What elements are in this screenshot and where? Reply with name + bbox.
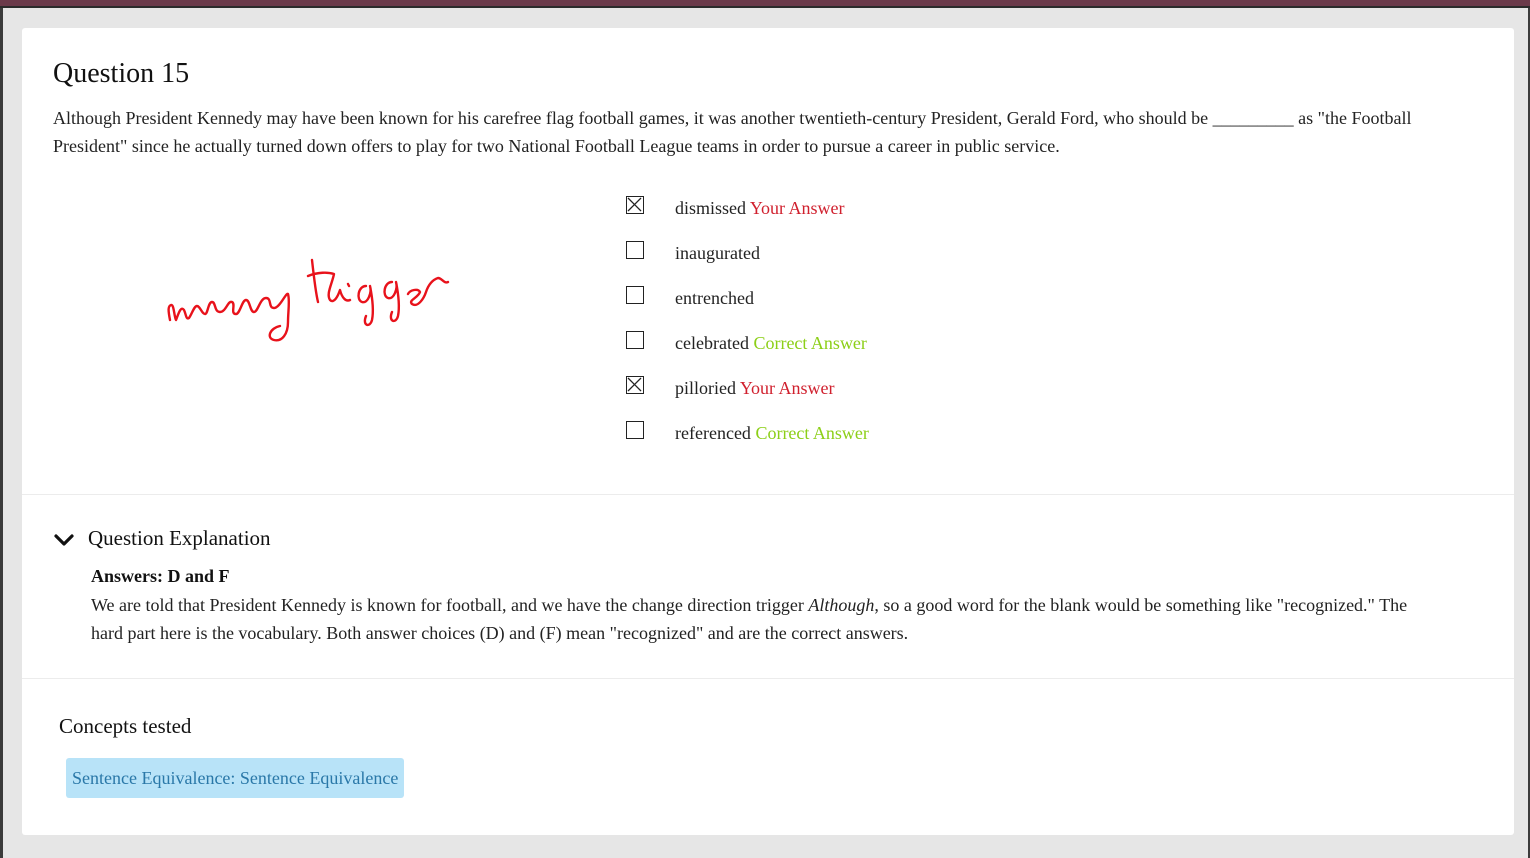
option-checkbox[interactable]: [626, 421, 644, 439]
option-checkbox[interactable]: [626, 286, 644, 304]
option-checkbox[interactable]: [626, 331, 644, 349]
chevron-down-icon: [54, 534, 74, 546]
your-answer-tag: Your Answer: [739, 378, 835, 398]
option-label: referenced Correct Answer: [675, 423, 869, 444]
option-checkbox[interactable]: [626, 196, 644, 214]
option-checkbox[interactable]: [626, 241, 644, 259]
answers-summary: Answers: D and F: [91, 566, 230, 586]
option-text: dismissed: [675, 198, 747, 218]
concepts-title: Concepts tested: [59, 714, 192, 738]
explanation-italic-word: Although: [808, 595, 875, 615]
option-text: pilloried: [675, 378, 736, 398]
section-divider: [22, 494, 1514, 495]
window-top-border: [0, 0, 1530, 8]
option-label: entrenched: [675, 288, 754, 309]
correct-answer-tag: Correct Answer: [755, 423, 869, 443]
option-label: celebrated Correct Answer: [675, 333, 867, 354]
question-title: Question 15: [53, 58, 190, 89]
option-text: inaugurated: [675, 243, 760, 263]
explanation-title: Question Explanation: [88, 526, 271, 550]
option-entrenched[interactable]: entrenched: [626, 284, 1026, 314]
concept-tag[interactable]: Sentence Equivalence: Sentence Equivalen…: [66, 758, 405, 798]
handwritten-annotation: [167, 258, 450, 342]
window-left-border: [0, 8, 3, 858]
explanation-text: We are told that President Kennedy is kn…: [91, 591, 1431, 647]
option-label: inaugurated: [675, 243, 760, 264]
section-divider: [22, 678, 1514, 679]
option-pilloried[interactable]: pilloried Your Answer: [626, 374, 1026, 404]
option-dismissed[interactable]: dismissed Your Answer: [626, 194, 1026, 224]
correct-answer-tag: Correct Answer: [753, 333, 867, 353]
option-checkbox[interactable]: [626, 376, 644, 394]
option-text: referenced: [675, 423, 751, 443]
option-referenced[interactable]: referenced Correct Answer: [626, 419, 1026, 449]
option-label: dismissed Your Answer: [675, 198, 845, 219]
option-label: pilloried Your Answer: [675, 378, 835, 399]
option-inaugurated[interactable]: inaugurated: [626, 239, 1026, 269]
question-text: Although President Kennedy may have been…: [53, 108, 1412, 156]
question-card: Question 15 Although President Kennedy m…: [22, 28, 1514, 835]
your-answer-tag: Your Answer: [749, 198, 845, 218]
option-text: entrenched: [675, 288, 754, 308]
explanation-text-start: We are told that President Kennedy is kn…: [91, 595, 809, 615]
option-text: celebrated: [675, 333, 749, 353]
option-celebrated[interactable]: celebrated Correct Answer: [626, 329, 1026, 359]
